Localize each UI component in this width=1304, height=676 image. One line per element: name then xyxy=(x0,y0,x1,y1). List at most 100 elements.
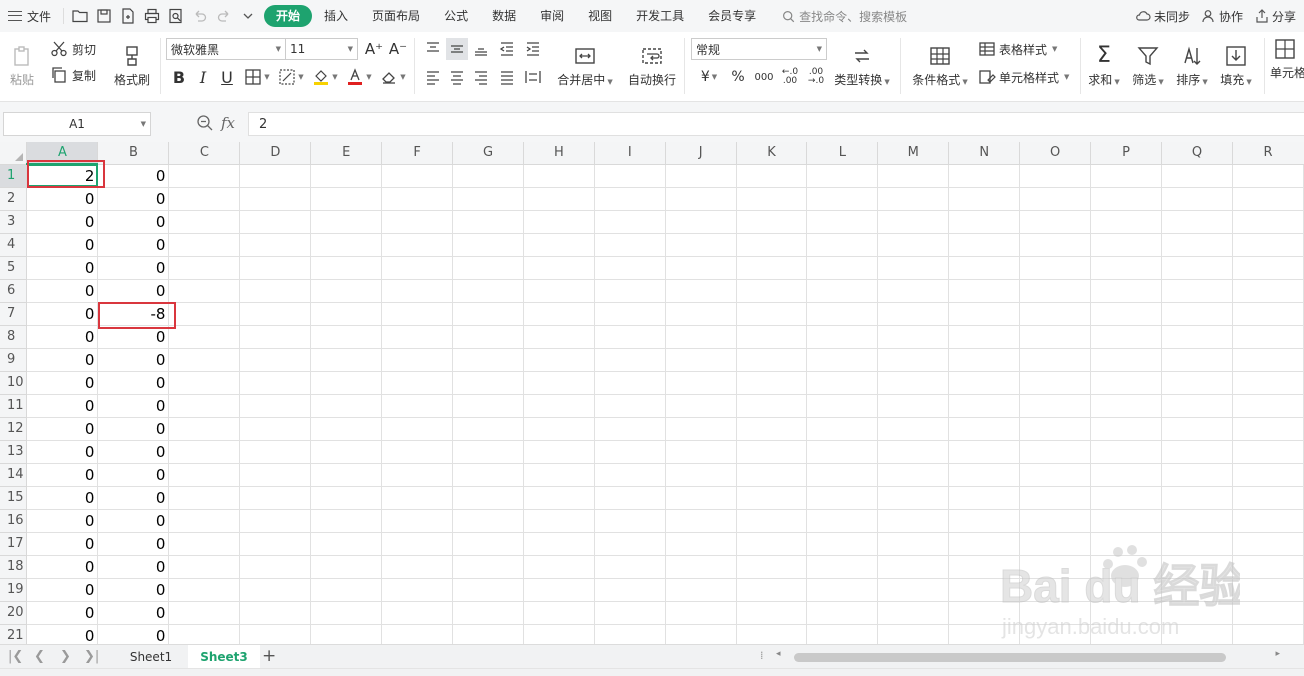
cell-j12[interactable] xyxy=(665,417,737,441)
cell-l8[interactable] xyxy=(806,325,879,349)
column-header-o[interactable]: O xyxy=(1019,142,1092,165)
cell-e2[interactable] xyxy=(310,187,383,211)
cell-i21[interactable] xyxy=(594,624,666,644)
cell-i5[interactable] xyxy=(594,256,666,280)
last-sheet-icon[interactable]: ❯| xyxy=(84,649,99,664)
cell-l7[interactable] xyxy=(806,302,879,326)
share-button[interactable]: 分享 xyxy=(1255,8,1296,25)
currency-button[interactable]: ¥ ▼ xyxy=(696,66,722,88)
cell-g13[interactable] xyxy=(452,440,524,464)
justify-button[interactable] xyxy=(496,66,518,88)
cell-q16[interactable] xyxy=(1161,509,1233,533)
cell-c4[interactable] xyxy=(168,233,241,257)
cell-e18[interactable] xyxy=(310,555,383,579)
cell-r8[interactable] xyxy=(1232,325,1304,349)
cell-n17[interactable] xyxy=(948,532,1021,556)
cell-m3[interactable] xyxy=(877,210,950,234)
cell-d6[interactable] xyxy=(239,279,312,303)
cell-i13[interactable] xyxy=(594,440,666,464)
cell-l6[interactable] xyxy=(806,279,879,303)
cell-b4[interactable]: 0 xyxy=(97,233,170,257)
cell-j14[interactable] xyxy=(665,463,737,487)
cell-i19[interactable] xyxy=(594,578,666,602)
cell-r13[interactable] xyxy=(1232,440,1304,464)
cell-k3[interactable] xyxy=(736,210,808,234)
cell-o2[interactable] xyxy=(1019,187,1092,211)
cell-i8[interactable] xyxy=(594,325,666,349)
cell-e5[interactable] xyxy=(310,256,383,280)
column-header-l[interactable]: L xyxy=(806,142,879,165)
cell-a14[interactable]: 0 xyxy=(26,463,99,487)
cell-l21[interactable] xyxy=(806,624,879,644)
column-header-n[interactable]: N xyxy=(948,142,1021,165)
column-header-j[interactable]: J xyxy=(665,142,737,165)
number-format-select[interactable]: 常规 ▼ xyxy=(691,38,827,60)
cell-b20[interactable]: 0 xyxy=(97,601,170,625)
cell-e4[interactable] xyxy=(310,233,383,257)
tab-formulas[interactable]: 公式 xyxy=(432,5,480,27)
cell-h15[interactable] xyxy=(523,486,595,510)
cell-l14[interactable] xyxy=(806,463,879,487)
cell-f6[interactable] xyxy=(381,279,454,303)
cell-g8[interactable] xyxy=(452,325,524,349)
cell-g7[interactable] xyxy=(452,302,524,326)
cell-p8[interactable] xyxy=(1090,325,1162,349)
cell-k13[interactable] xyxy=(736,440,808,464)
cell-h8[interactable] xyxy=(523,325,595,349)
cell-i16[interactable] xyxy=(594,509,666,533)
cell-a11[interactable]: 0 xyxy=(26,394,99,418)
cell-c14[interactable] xyxy=(168,463,241,487)
cell-g10[interactable] xyxy=(452,371,524,395)
cell-o11[interactable] xyxy=(1019,394,1092,418)
cell-o14[interactable] xyxy=(1019,463,1092,487)
cell-l2[interactable] xyxy=(806,187,879,211)
cell-n8[interactable] xyxy=(948,325,1021,349)
cell-c13[interactable] xyxy=(168,440,241,464)
cell-k4[interactable] xyxy=(736,233,808,257)
cell-p7[interactable] xyxy=(1090,302,1162,326)
cell-p5[interactable] xyxy=(1090,256,1162,280)
scroll-right-icon[interactable]: ▸ xyxy=(1275,649,1280,659)
formula-input[interactable]: 2 xyxy=(248,112,1304,136)
cell-q3[interactable] xyxy=(1161,210,1233,234)
cell-p14[interactable] xyxy=(1090,463,1162,487)
cell-q20[interactable] xyxy=(1161,601,1233,625)
font-color-button[interactable]: ▼ xyxy=(344,66,374,88)
cell-r16[interactable] xyxy=(1232,509,1304,533)
cell-c10[interactable] xyxy=(168,371,241,395)
cell-b15[interactable]: 0 xyxy=(97,486,170,510)
row-header[interactable]: 10 xyxy=(0,371,28,395)
row-header[interactable]: 5 xyxy=(0,256,28,280)
cell-h19[interactable] xyxy=(523,578,595,602)
cell-l15[interactable] xyxy=(806,486,879,510)
tab-page-layout[interactable]: 页面布局 xyxy=(360,5,432,27)
cell-n20[interactable] xyxy=(948,601,1021,625)
cell-d17[interactable] xyxy=(239,532,312,556)
cell-p20[interactable] xyxy=(1090,601,1162,625)
cell-a1[interactable]: 2 xyxy=(26,164,99,188)
cell-m19[interactable] xyxy=(877,578,950,602)
cell-d16[interactable] xyxy=(239,509,312,533)
cell-q7[interactable] xyxy=(1161,302,1233,326)
cell-c15[interactable] xyxy=(168,486,241,510)
cell-e14[interactable] xyxy=(310,463,383,487)
font-size-select[interactable]: 11 ▼ xyxy=(286,38,358,60)
tab-view[interactable]: 视图 xyxy=(576,5,624,27)
horizontal-scrollbar[interactable]: ◂ ▸ xyxy=(770,649,1280,663)
cell-d19[interactable] xyxy=(239,578,312,602)
cell-j11[interactable] xyxy=(665,394,737,418)
cell-r12[interactable] xyxy=(1232,417,1304,441)
cell-a16[interactable]: 0 xyxy=(26,509,99,533)
prev-sheet-icon[interactable]: ❮ xyxy=(34,649,45,664)
row-header[interactable]: 11 xyxy=(0,394,28,418)
cell-r6[interactable] xyxy=(1232,279,1304,303)
cell-d18[interactable] xyxy=(239,555,312,579)
cell-r17[interactable] xyxy=(1232,532,1304,556)
bold-button[interactable]: B xyxy=(170,66,188,88)
cell-o10[interactable] xyxy=(1019,371,1092,395)
cell-h5[interactable] xyxy=(523,256,595,280)
cell-m8[interactable] xyxy=(877,325,950,349)
scrollbar-thumb[interactable] xyxy=(794,653,1226,662)
cell-c5[interactable] xyxy=(168,256,241,280)
cell-a15[interactable]: 0 xyxy=(26,486,99,510)
